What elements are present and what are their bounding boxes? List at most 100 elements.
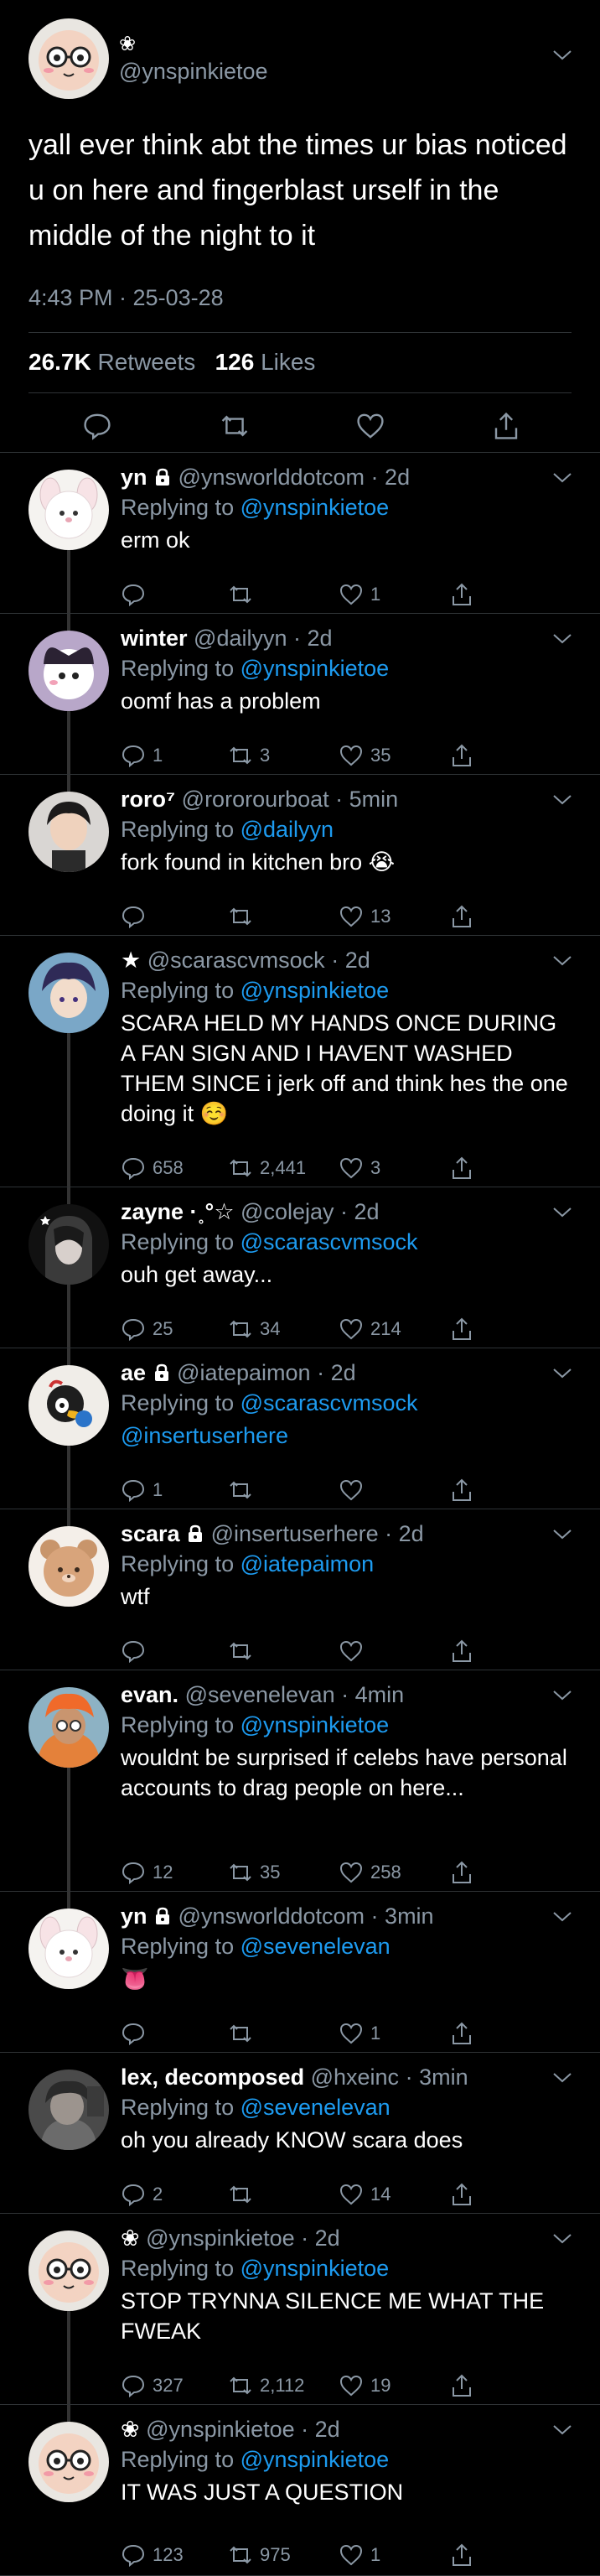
reply-icon[interactable] xyxy=(121,1639,146,1664)
share-action[interactable] xyxy=(449,2182,474,2207)
retweet-action[interactable]: 975 xyxy=(228,2542,291,2568)
share-icon[interactable] xyxy=(491,411,521,441)
replying-to-link[interactable]: @scarascvmsock xyxy=(241,1390,418,1415)
replying-to-link[interactable]: @ynspinkietoe xyxy=(241,1712,390,1737)
share-action[interactable] xyxy=(449,2542,474,2568)
like-action[interactable]: 14 xyxy=(339,2182,391,2207)
chevron-down-icon[interactable] xyxy=(553,1912,572,1922)
author-handle[interactable]: @hxeinc xyxy=(311,2064,399,2090)
reply-tweet[interactable]: yn @ynsworlddotcom · 3min Replying to @se… xyxy=(0,1892,600,2053)
author-handle[interactable]: @ynspinkietoe xyxy=(146,2225,295,2251)
author-name[interactable]: yn xyxy=(121,1903,147,1929)
reply-icon[interactable] xyxy=(121,904,146,929)
reply-action[interactable]: 12 xyxy=(121,1860,173,1885)
author-name[interactable]: lex, decomposed xyxy=(121,2064,304,2090)
like-icon[interactable] xyxy=(339,1639,364,1664)
retweet-action[interactable] xyxy=(228,2182,260,2207)
author-name[interactable]: ❀ xyxy=(121,2225,140,2251)
retweet-icon[interactable] xyxy=(228,743,253,768)
author-handle[interactable]: @ynspinkietoe xyxy=(146,2417,295,2442)
chevron-down-icon[interactable] xyxy=(553,1530,572,1540)
like-action[interactable]: 3 xyxy=(339,1156,380,1181)
author-name[interactable]: evan. xyxy=(121,1682,178,1707)
author-name[interactable]: ★ xyxy=(121,948,141,973)
like-icon[interactable] xyxy=(339,1478,364,1503)
chevron-down-icon[interactable] xyxy=(553,2425,572,2435)
replying-to-link[interactable]: @iatepaimon xyxy=(241,1551,375,1576)
reply-tweet[interactable]: ae @iatepaimon · 2d Replying to @scarascv… xyxy=(0,1348,600,1509)
retweet-action[interactable] xyxy=(228,2021,260,2046)
like-icon[interactable] xyxy=(339,1317,364,1342)
share-icon[interactable] xyxy=(449,2021,474,2046)
author-handle[interactable]: @ynsworlddotcom xyxy=(178,1903,365,1929)
author-handle[interactable]: @rororourboat xyxy=(182,787,329,812)
reply-age[interactable]: 2d xyxy=(345,948,370,973)
share-action[interactable] xyxy=(449,1860,474,1885)
share-icon[interactable] xyxy=(449,582,474,607)
author-handle[interactable]: @iatepaimon xyxy=(177,1360,311,1385)
likes-count[interactable]: 126 xyxy=(215,349,255,375)
author-handle[interactable]: @colejay xyxy=(241,1199,334,1224)
retweet-icon[interactable] xyxy=(228,2182,253,2207)
reply-action[interactable]: 2 xyxy=(121,2182,163,2207)
retweet-action[interactable]: 34 xyxy=(228,1317,280,1342)
reply-action[interactable] xyxy=(121,904,153,929)
retweet-icon[interactable] xyxy=(228,1156,253,1181)
share-icon[interactable] xyxy=(449,743,474,768)
chevron-down-icon[interactable] xyxy=(553,2234,572,2244)
like-icon[interactable] xyxy=(339,743,364,768)
author-handle[interactable]: @scarascvmsock xyxy=(147,948,325,973)
share-action[interactable] xyxy=(449,2373,474,2398)
reply-age[interactable]: 3min xyxy=(419,2064,468,2090)
reply-icon[interactable] xyxy=(121,1156,146,1181)
replying-to-link[interactable]: @ynspinkietoe xyxy=(241,2256,390,2281)
avatar[interactable] xyxy=(28,631,109,711)
retweet-icon[interactable] xyxy=(228,1860,253,1885)
retweet-action[interactable]: 2,112 xyxy=(228,2373,304,2398)
like-action[interactable]: 1 xyxy=(339,2542,380,2568)
reply-icon[interactable] xyxy=(82,411,112,441)
like-action[interactable]: 35 xyxy=(339,743,391,768)
retweet-icon[interactable] xyxy=(228,904,253,929)
reply-action[interactable] xyxy=(121,582,153,607)
author-name[interactable]: yn xyxy=(121,465,147,490)
reply-age[interactable]: 2d xyxy=(315,2417,340,2442)
retweet-action[interactable]: 3 xyxy=(228,743,270,768)
reply-icon[interactable] xyxy=(121,2182,146,2207)
share-action[interactable] xyxy=(449,743,474,768)
reply-icon[interactable] xyxy=(121,743,146,768)
reply-action[interactable]: 25 xyxy=(121,1317,173,1342)
avatar[interactable] xyxy=(28,1526,109,1607)
share-icon[interactable] xyxy=(449,904,474,929)
reply-age[interactable]: 5min xyxy=(349,787,399,812)
author-name[interactable]: scara xyxy=(121,1521,180,1546)
author-name[interactable]: ❀ xyxy=(119,32,136,56)
share-icon[interactable] xyxy=(449,2373,474,2398)
share-action[interactable] xyxy=(449,582,474,607)
reply-age[interactable]: 2d xyxy=(385,465,410,490)
avatar[interactable] xyxy=(28,1365,109,1446)
replying-to-link[interactable]: @sevenelevan xyxy=(241,1934,391,1959)
avatar[interactable] xyxy=(28,2070,109,2150)
share-action[interactable] xyxy=(449,1639,474,1664)
reply-action[interactable]: 123 xyxy=(121,2542,184,2568)
retweet-action[interactable] xyxy=(228,1639,260,1664)
reply-age[interactable]: 2d xyxy=(331,1360,356,1385)
author-handle[interactable]: @ynspinkietoe xyxy=(119,59,268,85)
replying-to-link[interactable]: @scarascvmsock xyxy=(241,1229,418,1254)
reply-icon[interactable] xyxy=(121,2373,146,2398)
avatar[interactable] xyxy=(28,18,109,99)
share-action[interactable] xyxy=(449,1156,474,1181)
avatar[interactable] xyxy=(28,792,109,872)
reply-action[interactable]: 1 xyxy=(121,743,163,768)
avatar[interactable] xyxy=(28,2422,109,2502)
author-name[interactable]: roro⁷ xyxy=(121,787,175,812)
retweet-icon[interactable] xyxy=(228,2542,253,2568)
reply-icon[interactable] xyxy=(121,1317,146,1342)
reply-age[interactable]: 4min xyxy=(355,1682,405,1707)
retweet-icon[interactable] xyxy=(228,1639,253,1664)
retweet-action[interactable] xyxy=(228,582,260,607)
chevron-down-icon[interactable] xyxy=(553,1208,572,1218)
reply-age[interactable]: 2d xyxy=(315,2225,340,2251)
like-action[interactable]: 214 xyxy=(339,1317,401,1342)
